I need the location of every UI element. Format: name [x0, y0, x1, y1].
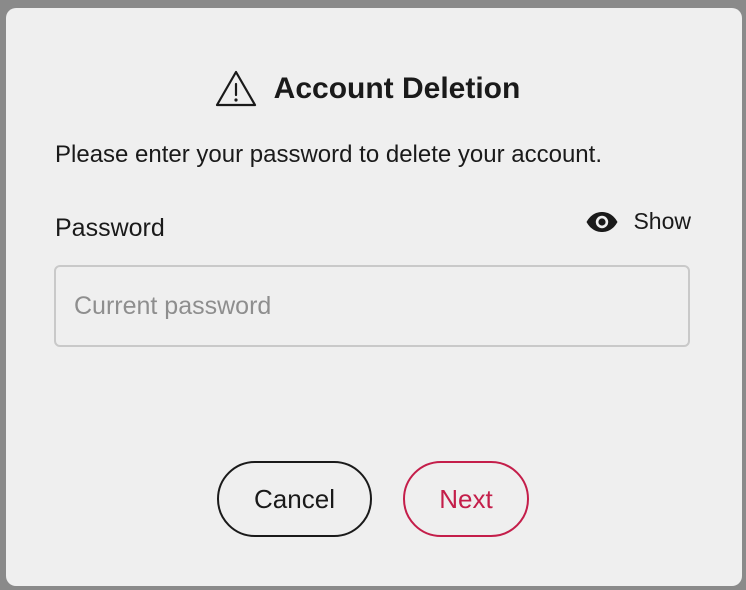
dialog-title: Account Deletion	[273, 72, 521, 105]
show-toggle-label: Show	[633, 208, 691, 234]
current-password-input[interactable]	[54, 265, 690, 347]
password-label: Password	[55, 214, 165, 242]
show-password-toggle[interactable]: Show	[585, 208, 691, 235]
warning-triangle-icon	[214, 69, 258, 109]
account-deletion-dialog: Account Deletion Please enter your passw…	[6, 8, 742, 586]
cancel-button[interactable]: Cancel	[217, 461, 372, 537]
next-button[interactable]: Next	[403, 461, 529, 537]
dialog-header: Account Deletion	[6, 66, 742, 112]
dialog-description: Please enter your password to delete you…	[55, 141, 602, 168]
eye-icon	[585, 211, 619, 233]
